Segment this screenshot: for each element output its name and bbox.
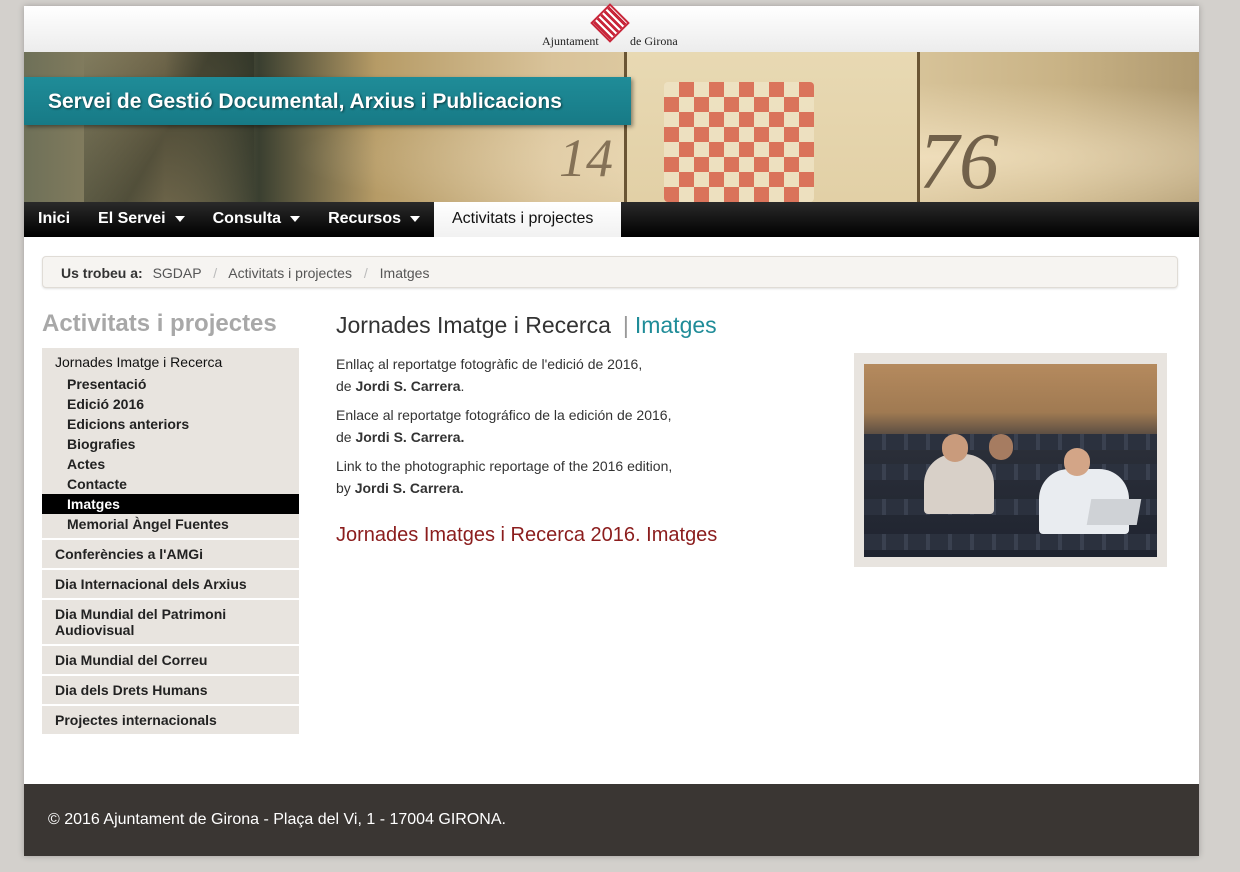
caret-down-icon bbox=[410, 215, 420, 222]
nav-label: Consulta bbox=[212, 210, 282, 227]
banner-number-right: 76 bbox=[919, 118, 999, 202]
sidebar-sublist: Presentació Edició 2016 Edicions anterio… bbox=[42, 374, 299, 534]
sidebar-subitem-actes[interactable]: Actes bbox=[42, 454, 299, 474]
caret-down-icon bbox=[174, 215, 185, 222]
sidebar-group-jornades: Jornades Imatge i Recerca Presentació Ed… bbox=[42, 348, 299, 540]
breadcrumb: Us trobeu a: SGDAP / Activitats i projec… bbox=[42, 256, 1178, 288]
title-separator: | bbox=[622, 312, 629, 338]
nav-item-consulta[interactable]: Consulta bbox=[199, 202, 314, 237]
sidebar-subitem-edicio-2016[interactable]: Edició 2016 bbox=[42, 394, 299, 414]
conference-photo[interactable] bbox=[864, 364, 1157, 557]
page-title-sub: Imatges bbox=[634, 312, 717, 338]
breadcrumb-separator: / bbox=[363, 265, 368, 281]
header-banner: 14 76 Servei de Gestió Documental, Arxiu… bbox=[24, 52, 1199, 202]
main-nav: Inici El Servei Consulta Recursos Activi… bbox=[24, 202, 1199, 237]
breadcrumb-current: Imatges bbox=[379, 265, 430, 281]
nav-item-recursos[interactable]: Recursos bbox=[314, 202, 434, 237]
sidebar-item-conferencies[interactable]: Conferències a l'AMGi bbox=[42, 540, 299, 570]
sidebar-subitem-contacte[interactable]: Contacte bbox=[42, 474, 299, 494]
nav-item-el-servei[interactable]: El Servei bbox=[84, 202, 199, 237]
photo-figure bbox=[1064, 448, 1090, 476]
page-title-main: Jornades Imatge i Recerca bbox=[336, 312, 611, 338]
sidebar-subitem-biografies[interactable]: Biografies bbox=[42, 434, 299, 454]
nav-label: Recursos bbox=[328, 210, 401, 227]
intro-paragraph-es: Enlace al reportatge fotográfico de la e… bbox=[336, 404, 671, 448]
sidebar-title: Activitats i projectes bbox=[42, 310, 277, 337]
paragraph-line: by Jordi S. Carrera. bbox=[336, 477, 672, 499]
paragraph-line: de Jordi S. Carrera. bbox=[336, 426, 671, 448]
page: Ajuntament de Girona 14 76 Servei de Ges… bbox=[24, 3, 1199, 856]
nav-label: Inici bbox=[38, 210, 71, 227]
footer: © 2016 Ajuntament de Girona - Plaça del … bbox=[24, 784, 1199, 856]
sidebar-subitem-imatges[interactable]: Imatges bbox=[42, 494, 299, 514]
ajuntament-logo[interactable]: Ajuntament de Girona bbox=[542, 3, 682, 50]
author-name: Jordi S. Carrera. bbox=[354, 480, 464, 496]
nav-label: El Servei bbox=[98, 210, 166, 227]
banner-checker-pattern bbox=[664, 82, 814, 202]
photo-figure bbox=[989, 434, 1013, 460]
breadcrumb-link-sgdap[interactable]: SGDAP bbox=[153, 265, 202, 281]
sidebar-subitem-edicions-anteriors[interactable]: Edicions anteriors bbox=[42, 414, 299, 434]
paragraph-line: Enlace al reportatge fotográfico de la e… bbox=[336, 407, 672, 423]
sidebar-subitem-presentacio[interactable]: Presentació bbox=[42, 374, 299, 394]
sidebar-item-dia-drets[interactable]: Dia dels Drets Humans bbox=[42, 676, 299, 706]
photo-figure bbox=[942, 434, 968, 462]
sidebar-subitem-memorial[interactable]: Memorial Àngel Fuentes bbox=[42, 514, 299, 534]
intro-paragraph-ca: Enllaç al reportatge fotogràfic de l'edi… bbox=[336, 353, 642, 397]
breadcrumb-separator: / bbox=[213, 265, 218, 281]
sidebar-item-projectes[interactable]: Projectes internacionals bbox=[42, 706, 299, 736]
photo-seat-row bbox=[864, 534, 1157, 550]
banner-shadow bbox=[84, 52, 254, 202]
sidebar: Jornades Imatge i Recerca Presentació Ed… bbox=[42, 348, 299, 736]
banner-number-left: 14 bbox=[559, 128, 613, 188]
sidebar-item-dia-patrimoni[interactable]: Dia Mundial del Patrimoni Audiovisual bbox=[42, 600, 299, 646]
paragraph-prefix: de bbox=[336, 429, 356, 445]
intro-paragraph-en: Link to the photographic reportage of th… bbox=[336, 455, 672, 499]
nav-item-inici[interactable]: Inici bbox=[24, 202, 84, 237]
paragraph-prefix: by bbox=[336, 480, 355, 496]
paragraph-line: Enllaç al reportatge fotogràfic de l'edi… bbox=[336, 356, 643, 372]
breadcrumb-label: Us trobeu a: bbox=[61, 265, 143, 281]
sidebar-item-dia-arxius[interactable]: Dia Internacional dels Arxius bbox=[42, 570, 299, 600]
caret-down-icon bbox=[290, 215, 301, 222]
nav-label: Activitats i projectes bbox=[452, 210, 594, 227]
page-title: Jornades Imatge i Recerca | Imatges bbox=[336, 312, 717, 339]
logo-text-right: de Girona bbox=[630, 34, 678, 48]
paragraph-prefix: de bbox=[336, 378, 356, 394]
paragraph-line: Link to the photographic reportage of th… bbox=[336, 458, 673, 474]
sidebar-item-jornades[interactable]: Jornades Imatge i Recerca bbox=[55, 354, 299, 370]
breadcrumb-link-activitats[interactable]: Activitats i projectes bbox=[228, 265, 352, 281]
nav-item-activitats[interactable]: Activitats i projectes bbox=[434, 202, 622, 237]
photo-laptop bbox=[1086, 499, 1142, 525]
album-link[interactable]: Jornades Imatges i Recerca 2016. Imatges bbox=[336, 524, 717, 547]
author-name: Jordi S. Carrera. bbox=[355, 429, 465, 445]
site-title[interactable]: Servei de Gestió Documental, Arxius i Pu… bbox=[24, 77, 631, 125]
sidebar-item-dia-correu[interactable]: Dia Mundial del Correu bbox=[42, 646, 299, 676]
photo-frame bbox=[854, 353, 1167, 567]
logo-text-left: Ajuntament bbox=[542, 34, 599, 48]
photo-figure bbox=[924, 454, 994, 514]
logo-bar: Ajuntament de Girona bbox=[24, 3, 1199, 53]
paragraph-line: de Jordi S. Carrera. bbox=[336, 375, 642, 397]
author-name: Jordi S. Carrera bbox=[355, 378, 461, 394]
paragraph-suffix: . bbox=[460, 378, 465, 394]
